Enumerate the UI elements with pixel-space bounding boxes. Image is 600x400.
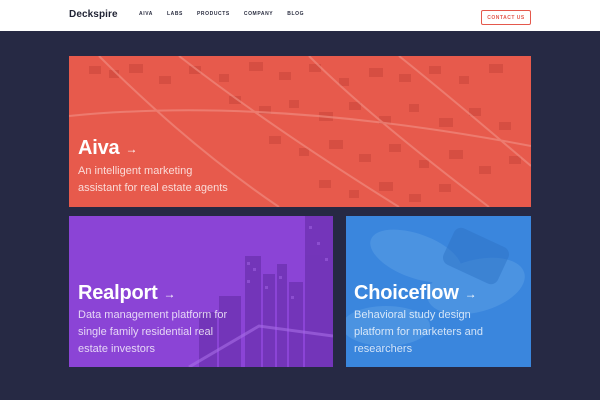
nav-item-aiva[interactable]: AIVA [139, 11, 153, 17]
choiceflow-card[interactable]: Choiceflow → Behavioral study design plat… [346, 216, 531, 367]
aiva-title-text: Aiva [78, 137, 120, 159]
aiva-title: Aiva → [78, 137, 137, 160]
realport-description: Data management platform for single fami… [78, 307, 227, 358]
realport-title-text: Realport [78, 282, 158, 304]
choiceflow-desc-line: researchers [354, 343, 413, 355]
top-navigation-bar: Deckspire AIVA LABS PRODUCTS COMPANY BLO… [0, 0, 600, 31]
realport-desc-line: estate investors [78, 343, 156, 355]
contact-us-button[interactable]: CONTACT US [481, 10, 531, 25]
deckspire-logo[interactable]: Deckspire [69, 9, 118, 20]
choiceflow-desc-line: Behavioral study design [354, 309, 471, 321]
choiceflow-description: Behavioral study design platform for mar… [354, 307, 483, 358]
choiceflow-title: Choiceflow → [354, 282, 477, 305]
aiva-description: An intelligent marketing assistant for r… [78, 163, 228, 197]
choiceflow-desc-line: platform for marketers and [354, 326, 483, 338]
main-nav: AIVA LABS PRODUCTS COMPANY BLOG [139, 11, 318, 17]
nav-item-company[interactable]: COMPANY [244, 11, 273, 17]
aiva-desc-line: An intelligent marketing [78, 165, 193, 177]
aiva-desc-line: assistant for real estate agents [78, 182, 228, 194]
arrow-right-icon: → [464, 286, 477, 301]
nav-item-labs[interactable]: LABS [167, 11, 183, 17]
realport-card[interactable]: Realport → Data management platform for s… [69, 216, 333, 367]
nav-item-blog[interactable]: BLOG [287, 11, 304, 17]
arrow-right-icon: → [125, 141, 138, 156]
nav-item-products[interactable]: PRODUCTS [197, 11, 230, 17]
realport-desc-line: single family residential real [78, 326, 214, 338]
aiva-card[interactable]: Aiva → An intelligent marketing assistant… [69, 56, 531, 207]
arrow-right-icon: → [163, 286, 176, 301]
choiceflow-title-text: Choiceflow [354, 282, 459, 304]
realport-desc-line: Data management platform for [78, 309, 228, 321]
realport-title: Realport → [78, 282, 176, 305]
